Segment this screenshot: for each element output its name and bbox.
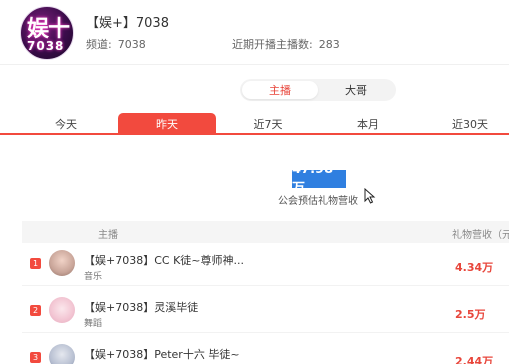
table-row[interactable]: 3 【娱+7038】Peter十六 毕徒~ 2.44万 bbox=[22, 338, 509, 364]
table-row[interactable]: 2 【娱+7038】灵溪毕徒 舞蹈 2.5万 bbox=[22, 291, 509, 333]
streamer-name: 【娱+7038】Peter十六 毕徒~ bbox=[84, 348, 240, 361]
revenue-total: 47.98万 bbox=[292, 162, 346, 196]
channel-title: 【娱+】7038 bbox=[86, 16, 169, 31]
table-row[interactable]: 1 【娱+7038】CC K徒~尊师神... 音乐 4.34万 bbox=[22, 244, 509, 286]
tab-yesterday[interactable]: 昨天 bbox=[118, 113, 216, 135]
streamer-category: 音乐 bbox=[84, 272, 103, 282]
avatar bbox=[49, 344, 75, 364]
logo-number: 7038 bbox=[27, 39, 65, 53]
revenue-label: 公会预估礼物营收 bbox=[278, 196, 358, 207]
channel-id-value: 7038 bbox=[117, 38, 146, 51]
channel-header: 娱十 7038 【娱+】7038 频道: 7038 近期开播主播数: 283 bbox=[0, 0, 509, 64]
role-toggle: 主播 大哥 bbox=[240, 79, 396, 101]
period-tabs: 今天 昨天 近7天 本月 近30天 bbox=[0, 113, 509, 135]
streamer-name: 【娱+7038】灵溪毕徒 bbox=[84, 301, 199, 314]
tab-last-7-days[interactable]: 近7天 bbox=[232, 113, 304, 135]
recent-streamers-label: 近期开播主播数: bbox=[232, 38, 313, 51]
streamer-revenue: 2.44万 bbox=[455, 355, 494, 364]
streamer-revenue: 2.5万 bbox=[455, 308, 486, 321]
streamer-name: 【娱+7038】CC K徒~尊师神... bbox=[84, 254, 244, 267]
avatar bbox=[49, 297, 75, 323]
table-header: 主播 礼物营收（元 bbox=[22, 221, 509, 243]
recent-streamers-value: 283 bbox=[318, 38, 340, 51]
channel-id-label: 频道: bbox=[86, 38, 112, 51]
tab-today[interactable]: 今天 bbox=[30, 113, 102, 135]
column-streamer: 主播 bbox=[98, 230, 118, 241]
tab-this-month[interactable]: 本月 bbox=[332, 113, 404, 135]
header-divider bbox=[0, 64, 509, 65]
streamer-revenue: 4.34万 bbox=[455, 261, 494, 274]
avatar bbox=[49, 250, 75, 276]
recent-streamers: 近期开播主播数: 283 bbox=[232, 36, 340, 52]
channel-logo: 娱十 7038 bbox=[20, 6, 74, 60]
toggle-streamer[interactable]: 主播 bbox=[242, 81, 318, 99]
rank-badge: 3 bbox=[30, 352, 41, 363]
toggle-big-brother[interactable]: 大哥 bbox=[318, 81, 394, 99]
mouse-cursor-icon bbox=[364, 188, 376, 204]
column-revenue: 礼物营收（元 bbox=[452, 230, 509, 241]
rank-badge: 2 bbox=[30, 305, 41, 316]
rank-badge: 1 bbox=[30, 258, 41, 269]
channel-id: 频道: 7038 bbox=[86, 36, 146, 52]
tab-last-30-days[interactable]: 近30天 bbox=[434, 113, 506, 135]
streamer-category: 舞蹈 bbox=[84, 319, 103, 329]
